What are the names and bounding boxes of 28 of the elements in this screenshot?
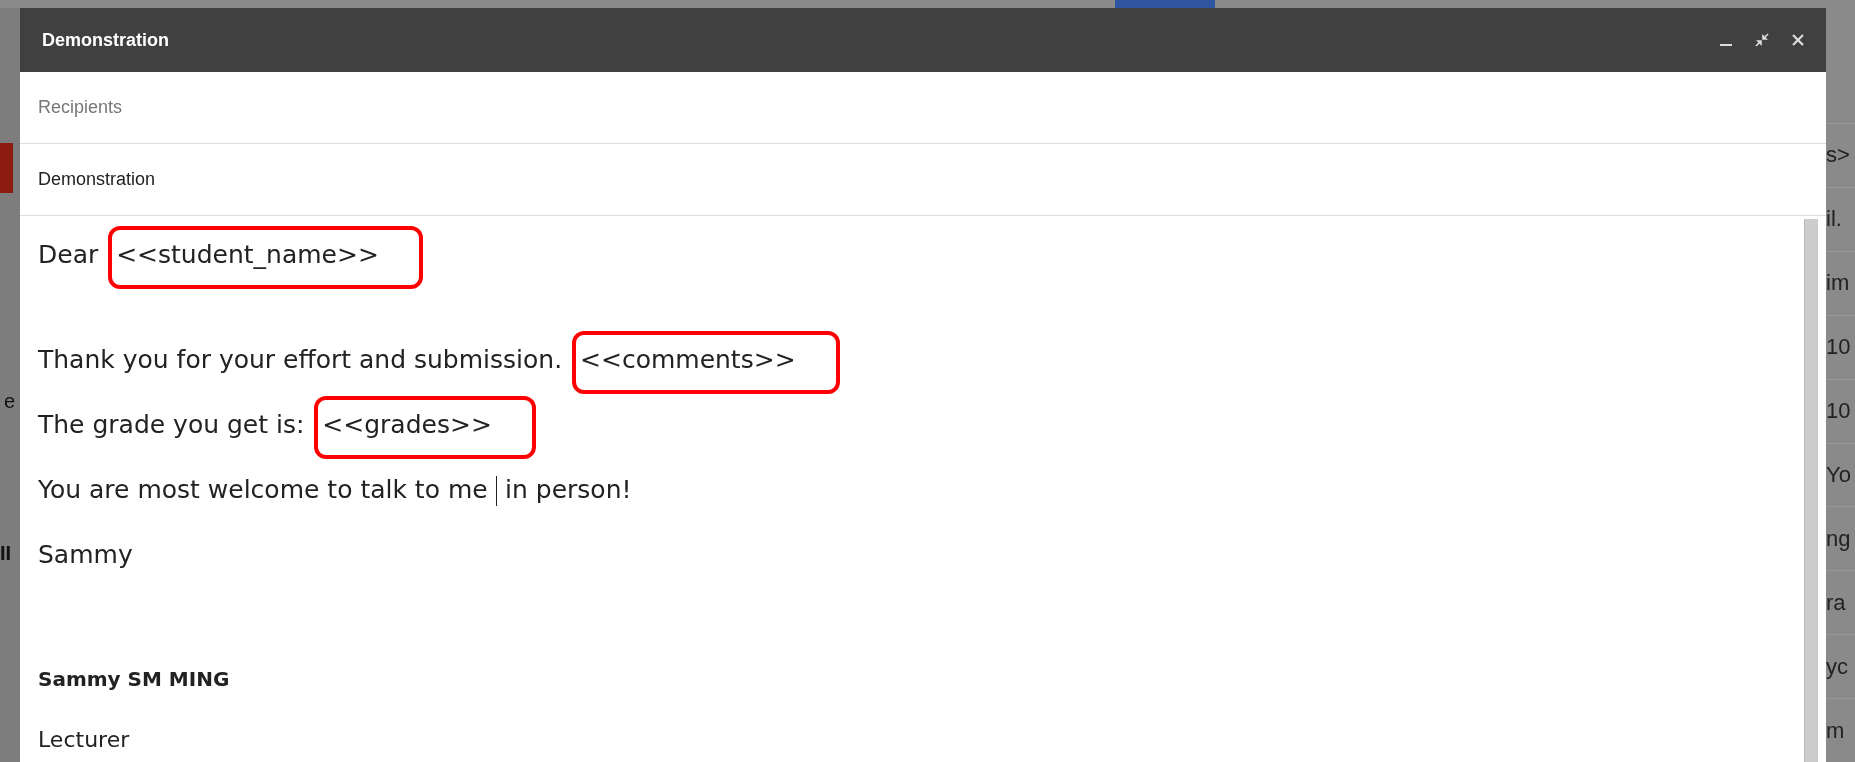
exit-fullscreen-icon[interactable]	[1754, 32, 1770, 48]
background-text: im	[1826, 250, 1855, 315]
background-text: II	[0, 543, 12, 563]
background-text: Yo	[1826, 442, 1855, 507]
signature-title: Lecturer	[38, 727, 130, 752]
background-text: ra	[1826, 570, 1855, 635]
body-text: in person!	[504, 475, 632, 504]
background-text: il.	[1826, 186, 1855, 251]
placeholder-tag: <<student_name>>	[116, 240, 379, 269]
background-text: 10	[1826, 378, 1855, 443]
background-text: 10	[1826, 314, 1855, 379]
background-text: ng	[1826, 506, 1855, 571]
placeholder-tag: <<comments>>	[580, 345, 796, 374]
body-text: Thank you for your effort and submission.	[38, 345, 564, 374]
close-icon[interactable]	[1790, 32, 1806, 48]
body-text: The grade you get is:	[38, 410, 306, 439]
background-text: e	[4, 391, 16, 411]
background-text: s>	[1826, 123, 1855, 187]
signature-name: Sammy SM MING	[38, 667, 230, 691]
scrollbar[interactable]	[1804, 219, 1818, 762]
body-text: Sammy	[38, 540, 133, 569]
background-text: m	[1826, 698, 1855, 762]
body-text: You are most welcome to talk to me	[38, 475, 488, 504]
placeholder-tag: <<grades>>	[322, 410, 492, 439]
body-text: Dear	[38, 240, 100, 269]
window-title: Demonstration	[42, 29, 169, 51]
background-marker	[0, 143, 13, 193]
background-text: yc	[1826, 634, 1855, 699]
